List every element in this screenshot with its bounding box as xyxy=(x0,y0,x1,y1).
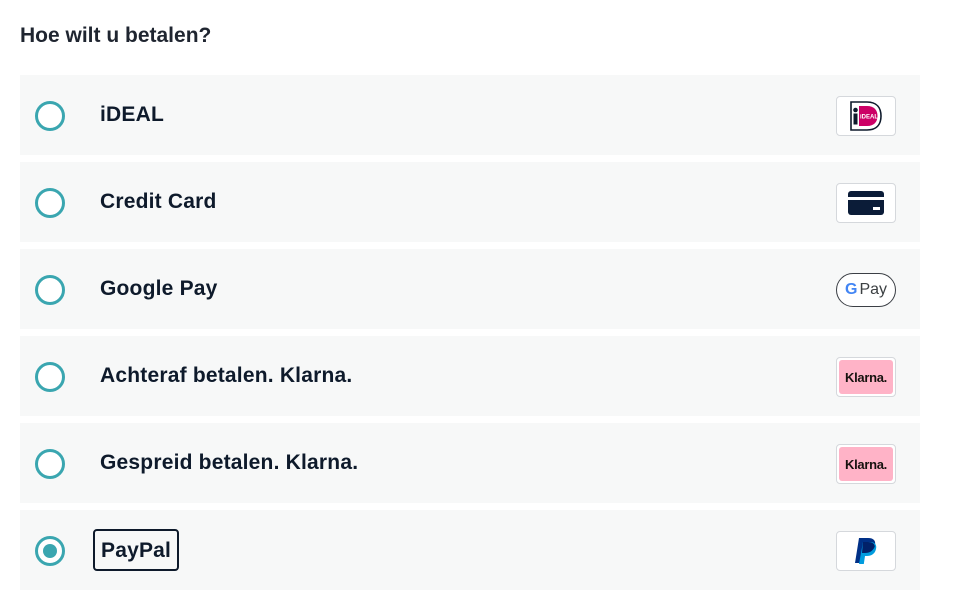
klarna-icon: Klarna. xyxy=(836,357,896,397)
payment-option-klarna-spread[interactable]: Gespreid betalen. Klarna. Klarna. xyxy=(20,423,920,503)
klarna-icon: Klarna. xyxy=(836,444,896,484)
google-g-icon: G xyxy=(844,281,858,298)
payment-option-label: Gespreid betalen. Klarna. xyxy=(100,451,359,474)
radio-credit-card[interactable] xyxy=(35,188,65,218)
payment-heading: Hoe wilt u betalen? xyxy=(20,24,212,47)
radio-google-pay[interactable] xyxy=(35,275,65,305)
radio-ideal[interactable] xyxy=(35,101,65,131)
klarna-logo-text: Klarna. xyxy=(839,360,893,394)
google-pay-logo-text: Pay xyxy=(859,281,888,298)
payment-option-label: PayPal xyxy=(93,529,180,571)
payment-options-list: iDEAL iDEAL Credit Card Google Pay G Pay… xyxy=(20,75,920,597)
ideal-logo-text: iDEAL xyxy=(860,115,878,121)
payment-option-ideal[interactable]: iDEAL iDEAL xyxy=(20,75,920,155)
google-pay-icon: G Pay xyxy=(836,273,896,307)
payment-option-google-pay[interactable]: Google Pay G Pay xyxy=(20,249,920,329)
ideal-icon: iDEAL xyxy=(836,96,896,136)
radio-klarna-later[interactable] xyxy=(35,362,65,392)
paypal-icon xyxy=(836,531,896,571)
payment-option-label: Achteraf betalen. Klarna. xyxy=(100,364,353,387)
klarna-logo-text: Klarna. xyxy=(839,447,893,481)
payment-option-label: Google Pay xyxy=(100,277,218,300)
payment-option-label: Credit Card xyxy=(100,190,217,213)
payment-option-paypal[interactable]: PayPal xyxy=(20,510,920,590)
payment-option-klarna-later[interactable]: Achteraf betalen. Klarna. Klarna. xyxy=(20,336,920,416)
radio-klarna-spread[interactable] xyxy=(35,449,65,479)
payment-option-label: iDEAL xyxy=(100,103,164,126)
payment-option-credit-card[interactable]: Credit Card xyxy=(20,162,920,242)
radio-paypal[interactable] xyxy=(35,536,65,566)
credit-card-icon xyxy=(836,183,896,223)
